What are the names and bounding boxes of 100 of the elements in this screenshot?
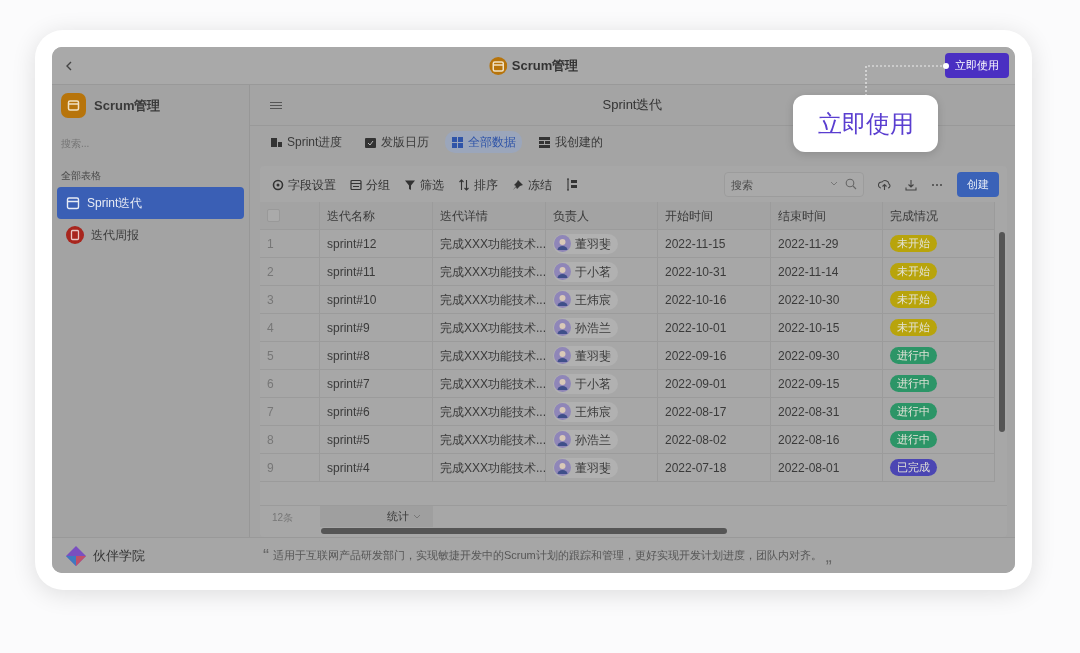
view-tab[interactable]: 我创建的 xyxy=(532,131,610,153)
row-height-icon[interactable] xyxy=(566,178,578,191)
toolbar-button[interactable]: 冻结 xyxy=(512,175,552,194)
upload-icon[interactable] xyxy=(878,178,891,191)
table-icon xyxy=(538,135,552,149)
table-cell-text: 2022-10-16 xyxy=(665,291,727,309)
toolbar-button[interactable]: 分组 xyxy=(350,175,390,194)
menu-icon[interactable] xyxy=(270,100,282,110)
status-badge: 进行中 xyxy=(890,403,937,420)
brand-name: 伙伴学院 xyxy=(93,546,145,565)
avatar-icon xyxy=(554,403,571,420)
quote-mark: “ xyxy=(263,546,269,565)
calendar-icon xyxy=(488,56,507,75)
table-cell-text: 2022-08-31 xyxy=(778,403,840,421)
table-cell-text: 完成XXX功能技术... xyxy=(440,459,546,477)
table-cell-text: sprint#10 xyxy=(327,291,377,309)
assignee-tag: 董羽斐 xyxy=(553,345,618,366)
back-icon[interactable] xyxy=(64,59,74,72)
table-cell-text: 2022-09-30 xyxy=(778,347,840,365)
create-button[interactable]: 创建 xyxy=(957,172,999,197)
sidebar-item[interactable]: Sprint迭代 xyxy=(57,187,244,219)
column-header: 迭代名称 xyxy=(327,207,375,225)
table-cell-text: 2022-09-16 xyxy=(665,347,727,365)
table-cell-text: sprint#9 xyxy=(327,319,370,337)
view-tab[interactable]: 全部数据 xyxy=(445,131,523,153)
table-cell-text: 完成XXX功能技术... xyxy=(440,375,546,393)
scrollbar[interactable] xyxy=(321,528,727,534)
view-tab[interactable]: Sprint进度 xyxy=(264,131,349,153)
table-cell-text: 完成XXX功能技术... xyxy=(440,291,546,309)
quote-text: 适用于互联网产品研发部门，实现敏捷开发中的Scrum计划的跟踪和管理，更好实现开发计划进度，团队内对齐。 xyxy=(273,548,822,564)
chart-icon xyxy=(270,135,283,149)
table-cell-text: sprint#12 xyxy=(327,235,377,253)
column-header: 迭代详情 xyxy=(440,207,488,225)
table-cell-text: 2022-10-01 xyxy=(665,319,727,337)
assignee-tag: 董羽斐 xyxy=(553,457,618,478)
table-cell-text: 2022-09-15 xyxy=(778,375,840,393)
assignee-tag: 于小茗 xyxy=(553,261,618,282)
document-icon xyxy=(66,226,84,244)
toolbar-button[interactable]: 字段设置 xyxy=(272,175,336,194)
chevron-down-icon xyxy=(413,513,421,520)
table-cell-text: 2022-07-18 xyxy=(665,459,727,477)
page-title: Sprint迭代 xyxy=(602,96,663,115)
status-badge: 未开始 xyxy=(890,263,937,280)
calendar-icon xyxy=(61,93,86,118)
table-cell-text: sprint#8 xyxy=(327,347,370,365)
assignee-tag: 孙浩兰 xyxy=(553,429,618,450)
table-cell-text: 完成XXX功能技术... xyxy=(440,431,546,449)
scrollbar[interactable] xyxy=(999,232,1005,432)
chevron-down-icon xyxy=(830,181,838,187)
toolbar-button[interactable]: 排序 xyxy=(458,175,498,194)
table-cell-text: sprint#11 xyxy=(327,263,376,281)
table-cell-text: 2022-08-16 xyxy=(778,431,840,449)
table-cell-text: 2022-10-30 xyxy=(778,291,840,309)
status-badge: 未开始 xyxy=(890,291,937,308)
use-now-button[interactable]: 立即使用 xyxy=(945,53,1009,78)
table-cell-text: 完成XXX功能技术... xyxy=(440,263,546,281)
table-cell-text: 2022-10-15 xyxy=(778,319,840,337)
table-cell-text: 2022-11-15 xyxy=(665,235,726,253)
grid-icon xyxy=(451,135,465,149)
avatar-icon xyxy=(554,459,571,476)
toolbar-button[interactable]: 筛选 xyxy=(404,175,444,194)
assignee-tag: 王炜宸 xyxy=(553,289,618,310)
avatar-icon xyxy=(554,235,571,252)
table-cell-text: sprint#6 xyxy=(327,403,370,421)
sort-icon xyxy=(458,178,470,191)
table-cell-text: 2022-08-17 xyxy=(665,403,727,421)
table-cell-text: 2022-11-14 xyxy=(778,263,839,281)
view-tab[interactable]: 发版日历 xyxy=(358,131,436,153)
table-cell-text: 2022-09-01 xyxy=(665,375,727,393)
more-icon[interactable] xyxy=(931,182,943,187)
table-cell-text: 2022-08-01 xyxy=(778,459,840,477)
status-badge: 未开始 xyxy=(890,235,937,252)
status-badge: 已完成 xyxy=(890,459,937,476)
table-cell-text: sprint#4 xyxy=(327,459,370,477)
search-field[interactable]: 搜索 xyxy=(724,172,864,197)
avatar-icon xyxy=(554,291,571,308)
column-header: 完成情况 xyxy=(890,207,938,225)
avatar-icon xyxy=(554,375,571,392)
assignee-tag: 于小茗 xyxy=(553,373,618,394)
sidebar-item[interactable]: 迭代周报 xyxy=(57,219,244,251)
quote-mark: „ xyxy=(825,546,832,565)
pin-icon xyxy=(512,178,524,191)
status-badge: 未开始 xyxy=(890,319,937,336)
assignee-tag: 董羽斐 xyxy=(553,233,618,254)
table-cell-text: sprint#5 xyxy=(327,431,370,449)
table-icon xyxy=(350,178,362,191)
status-badge: 进行中 xyxy=(890,375,937,392)
table-cell-text: 2022-08-02 xyxy=(665,431,727,449)
download-icon[interactable] xyxy=(905,178,917,191)
table-cell-text: 完成XXX功能技术... xyxy=(440,235,546,253)
assignee-tag: 孙浩兰 xyxy=(553,317,618,338)
column-header: 负责人 xyxy=(553,207,589,225)
calendar-icon xyxy=(66,196,80,210)
status-badge: 进行中 xyxy=(890,431,937,448)
search-icon xyxy=(845,178,857,190)
gear-icon xyxy=(272,178,284,191)
stat-dropdown[interactable]: 统计 xyxy=(320,506,433,527)
table-cell-text: 完成XXX功能技术... xyxy=(440,319,546,337)
filter-icon xyxy=(404,178,416,191)
avatar-icon xyxy=(554,319,571,336)
